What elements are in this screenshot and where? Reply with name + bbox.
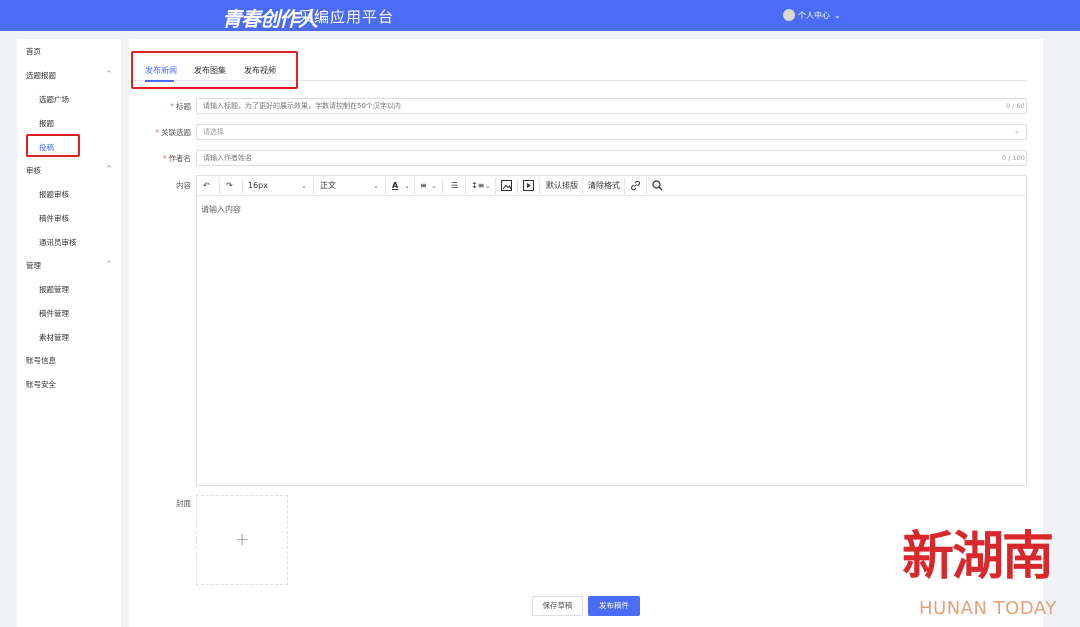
- toolbar-divider: [646, 178, 647, 194]
- author-char-count: 0 / 100: [1002, 154, 1025, 162]
- toolbar-divider: [442, 178, 443, 194]
- save-draft-button[interactable]: 保存草稿: [532, 596, 583, 616]
- sidebar-item-account-info[interactable]: 账号信息: [26, 355, 56, 366]
- highlight-box-tabs: [131, 51, 298, 89]
- sidebar-group-manage[interactable]: 管理: [26, 260, 41, 271]
- plus-icon: +: [234, 529, 250, 550]
- watermark-logo: 新湖南: [902, 526, 1054, 587]
- toolbar-divider: [539, 178, 540, 194]
- sidebar-item-correspondent-review[interactable]: 通讯员审核: [39, 237, 77, 248]
- title-label: * 标题: [170, 102, 191, 111]
- sidebar: 首页 选题报题 ^ 选题广场 报题 投稿 审核 ^ 报题审核 稿件审核 通讯员审…: [17, 39, 121, 627]
- default-layout-button[interactable]: 默认排版: [546, 176, 578, 196]
- chevron-up-icon[interactable]: ^: [106, 70, 112, 78]
- chevron-up-icon[interactable]: ^: [106, 165, 112, 173]
- sidebar-item-report[interactable]: 报题: [39, 118, 54, 129]
- toolbar-divider: [242, 178, 243, 194]
- sidebar-item-account-security[interactable]: 账号安全: [26, 379, 56, 390]
- highlight-box-sidebar: [26, 134, 80, 157]
- editor-toolbar: ↶ ↷ 16px ⌄ 正文 ⌄ A ⌄ ≡ ⌄ ☰ ↕≡ ⌄ 默认排版 清除格式: [197, 176, 1026, 196]
- video-icon[interactable]: [523, 176, 534, 196]
- user-center-label: 个人中心: [798, 10, 830, 20]
- sidebar-item-manuscript-manage[interactable]: 稿件管理: [39, 308, 69, 319]
- editor-placeholder: 请输入内容: [201, 205, 241, 214]
- title-char-count: 0 / 60: [1006, 102, 1025, 110]
- top-header: 青春创作人 采编应用平台 个人中心 ⌄: [0, 0, 1080, 31]
- toolbar-divider: [465, 178, 466, 194]
- chevron-down-icon[interactable]: ⌄: [1014, 127, 1020, 135]
- title-input[interactable]: [196, 98, 1027, 114]
- font-color-icon[interactable]: A: [392, 176, 398, 196]
- sidebar-item-topic-square[interactable]: 选题广场: [39, 94, 69, 105]
- clear-format-button[interactable]: 清除格式: [588, 176, 620, 196]
- sidebar-group-topic[interactable]: 选题报题: [26, 70, 56, 81]
- image-icon[interactable]: [501, 176, 512, 196]
- topic-select[interactable]: 请选择: [196, 124, 1027, 140]
- align-icon[interactable]: ≡: [420, 176, 427, 196]
- sidebar-group-review[interactable]: 审核: [26, 165, 41, 176]
- platform-title: 采编应用平台: [298, 8, 395, 26]
- sidebar-item-report-manage[interactable]: 报题管理: [39, 284, 69, 295]
- author-label: * 作者名: [162, 154, 191, 163]
- cover-upload[interactable]: +: [196, 495, 288, 585]
- paragraph-select[interactable]: 正文: [320, 176, 336, 196]
- toolbar-divider: [624, 178, 625, 194]
- rich-text-editor[interactable]: ↶ ↷ 16px ⌄ 正文 ⌄ A ⌄ ≡ ⌄ ☰ ↕≡ ⌄ 默认排版 清除格式…: [196, 175, 1027, 486]
- watermark-subtitle: HUNAN TODAY: [919, 598, 1057, 619]
- toolbar-divider: [495, 178, 496, 194]
- list-icon[interactable]: ☰: [451, 176, 458, 196]
- topic-label: * 关联选题: [155, 128, 191, 137]
- chevron-down-icon[interactable]: ⌄: [485, 176, 491, 196]
- sidebar-item-manuscript-review[interactable]: 稿件审核: [39, 213, 69, 224]
- toolbar-divider: [385, 178, 386, 194]
- redo-icon[interactable]: ↷: [226, 176, 233, 196]
- chevron-down-icon[interactable]: ⌄: [431, 176, 437, 196]
- content-label: 内容: [176, 181, 191, 190]
- toolbar-divider: [219, 178, 220, 194]
- toolbar-divider: [414, 178, 415, 194]
- publish-button[interactable]: 发布稿件: [588, 596, 640, 616]
- chevron-down-icon[interactable]: ⌄: [301, 176, 307, 196]
- sidebar-item-home[interactable]: 首页: [26, 46, 41, 57]
- link-icon[interactable]: [630, 176, 641, 196]
- sidebar-item-material-manage[interactable]: 素材管理: [39, 332, 69, 343]
- cover-label: 封面: [176, 499, 191, 508]
- toolbar-divider: [313, 178, 314, 194]
- sidebar-item-report-review[interactable]: 报题审核: [39, 189, 69, 200]
- chevron-down-icon[interactable]: ⌄: [373, 176, 379, 196]
- undo-icon[interactable]: ↶: [203, 176, 210, 196]
- font-size-select[interactable]: 16px: [248, 176, 268, 196]
- author-input[interactable]: [196, 150, 1027, 166]
- toolbar-divider: [517, 178, 518, 194]
- chevron-up-icon[interactable]: ^: [106, 260, 112, 268]
- search-icon[interactable]: [652, 176, 663, 196]
- user-center-menu[interactable]: 个人中心 ⌄: [783, 9, 841, 21]
- chevron-down-icon[interactable]: ⌄: [404, 176, 410, 196]
- avatar: [783, 9, 795, 21]
- line-height-icon[interactable]: ↕≡: [471, 176, 484, 196]
- toolbar-divider: [582, 178, 583, 194]
- chevron-down-icon: ⌄: [834, 10, 841, 20]
